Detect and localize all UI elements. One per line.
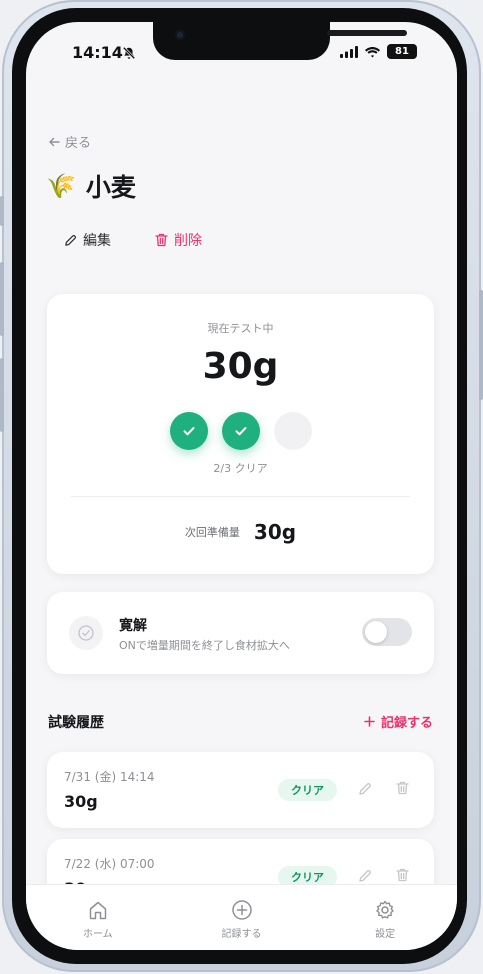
edit-label: 編集 <box>83 233 111 249</box>
status-right: 81 <box>340 44 417 59</box>
current-test-label: 現在テスト中 <box>207 322 274 335</box>
wheat-icon: 🌾 <box>46 172 76 200</box>
side-button-power <box>479 290 483 400</box>
plus-circle-icon <box>231 900 252 920</box>
check-icon <box>183 427 194 436</box>
tab-settings[interactable]: 設定 <box>313 885 457 950</box>
add-record-button[interactable]: 記録する <box>364 712 433 731</box>
pencil-icon <box>65 234 77 246</box>
check-circle-icon <box>69 616 103 650</box>
status-time: 14:14 <box>72 43 123 62</box>
entry-date: 7/31 (金) 14:14 <box>64 770 155 784</box>
tab-record-label: 記録する <box>221 929 262 940</box>
bell-muted-icon <box>122 46 136 60</box>
wifi-icon <box>365 46 380 57</box>
food-title: 小麦 <box>85 173 136 202</box>
gear-icon <box>376 900 394 919</box>
current-test-card: 現在テスト中 30g 2/3 クリア 次回準備量 30g <box>47 294 434 574</box>
delete-label: 削除 <box>174 233 202 249</box>
check-icon <box>235 427 246 436</box>
next-prep-label: 次回準備量 <box>184 526 240 539</box>
tab-home[interactable]: ホーム <box>26 885 170 950</box>
tab-bar: ホーム 記録する 設定 <box>26 884 457 950</box>
toggle-knob <box>365 621 387 643</box>
home-icon <box>89 901 107 920</box>
next-prep-row: 次回準備量 30g <box>47 520 434 544</box>
card-divider <box>71 496 410 497</box>
edit-button[interactable]: 編集 <box>64 230 111 250</box>
side-button-volume-down <box>0 358 4 432</box>
speaker-grille <box>327 30 407 36</box>
entry-amount: 30g <box>64 792 98 811</box>
delete-button[interactable]: 削除 <box>155 230 202 250</box>
food-title-row: 🌾 小麦 <box>46 168 136 204</box>
back-link[interactable]: 戻る <box>48 132 91 151</box>
history-entry[interactable]: 7/31 (金) 14:14 30g クリア <box>47 752 434 828</box>
cellular-signal-icon <box>340 45 358 58</box>
history-title: 試験履歴 <box>48 715 104 731</box>
back-label: 戻る <box>65 136 92 151</box>
step-indicator-2 <box>221 412 260 450</box>
tab-settings-label: 設定 <box>375 929 396 940</box>
remission-toggle[interactable] <box>362 618 412 646</box>
side-button-volume-up <box>0 262 4 336</box>
front-camera <box>175 30 185 40</box>
next-prep-value: 30g <box>253 520 297 544</box>
step-indicators <box>47 412 434 450</box>
trash-icon[interactable] <box>396 868 409 882</box>
battery-indicator: 81 <box>387 44 417 59</box>
trash-icon <box>155 233 168 247</box>
notch <box>153 22 407 60</box>
add-record-label: 記録する <box>380 716 433 731</box>
trash-icon[interactable] <box>396 781 409 795</box>
status-badge: クリア <box>278 779 337 801</box>
tab-home-label: ホーム <box>82 929 113 940</box>
current-dose: 30g <box>202 346 279 387</box>
pencil-icon[interactable] <box>358 782 372 796</box>
side-button-silent <box>0 196 4 226</box>
app-screen: 14:14 81 戻る 🌾 小麦 編集 削除 現在テスト中 30g 2/3 クリ… <box>26 22 457 950</box>
food-actions: 編集 削除 <box>64 230 202 250</box>
pencil-icon[interactable] <box>358 869 372 883</box>
tab-record[interactable]: 記録する <box>170 885 314 950</box>
step-indicator-3 <box>273 412 312 450</box>
remission-card: 寛解 ONで増量期間を終了し食材拡大へ <box>47 592 434 674</box>
remission-subtitle: ONで増量期間を終了し食材拡大へ <box>119 639 290 652</box>
progress-text: 2/3 クリア <box>213 462 268 475</box>
entry-date: 7/22 (水) 07:00 <box>64 857 155 871</box>
step-indicator-1 <box>169 412 208 450</box>
arrow-left-icon <box>49 137 60 146</box>
remission-title: 寛解 <box>119 618 147 634</box>
plus-icon <box>364 716 375 727</box>
